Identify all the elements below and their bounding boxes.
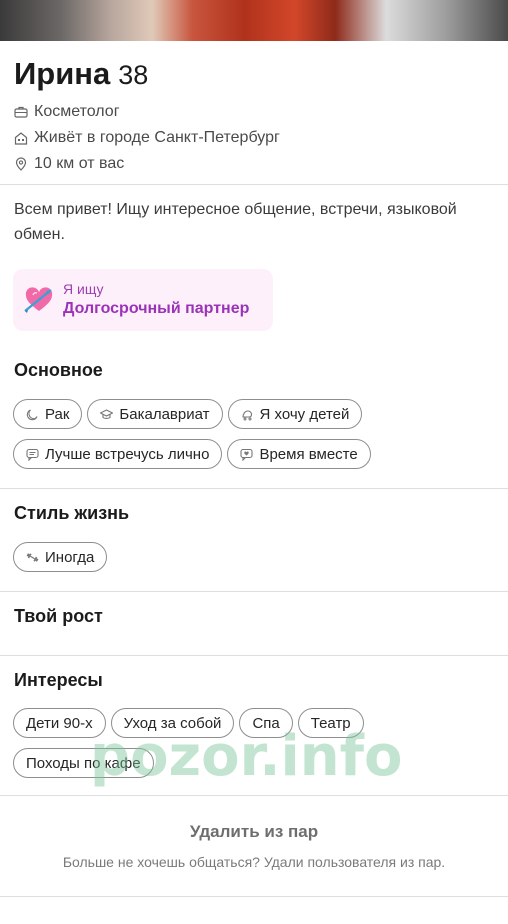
chip-label: Я хочу детей — [259, 405, 350, 423]
remove-subtitle: Больше не хочешь общаться? Удали пользов… — [62, 854, 446, 870]
chip-interest[interactable]: Дети 90-х — [13, 708, 106, 738]
chip-label: Иногда — [45, 548, 95, 566]
moon-icon — [26, 408, 39, 421]
profile-name: Ирина — [14, 56, 111, 91]
dumbbell-icon — [26, 551, 39, 564]
profile-bio: Всем привет! Ищу интересное общение, вст… — [14, 201, 457, 243]
divider — [0, 184, 508, 185]
interests-chips: Дети 90-х Уход за собой Спа Театр Походы… — [13, 708, 503, 778]
lifestyle-title: Стиль жизнь — [14, 503, 130, 523]
looking-text: Я ищу Долгосрочный партнер — [63, 280, 249, 320]
profile-age: 38 — [118, 60, 149, 90]
looking-for-card: Я ищу Долгосрочный партнер — [13, 269, 273, 331]
basics-title: Основное — [14, 360, 103, 380]
divider — [0, 591, 508, 592]
divider — [0, 795, 508, 796]
job-row: Косметолог — [14, 99, 494, 125]
divider — [0, 896, 508, 897]
graduation-cap-icon — [100, 408, 114, 421]
briefcase-icon — [14, 105, 28, 119]
distance-row: 10 км от вас — [14, 151, 494, 177]
chip-interest[interactable]: Спа — [239, 708, 293, 738]
remove-match-button[interactable]: Удалить из пар — [0, 822, 508, 846]
looking-value: Долгосрочный партнер — [63, 300, 250, 317]
city-row: Живёт в городе Санкт-Петербург — [14, 125, 494, 151]
chip-zodiac[interactable]: Рак — [13, 399, 83, 429]
chip-label: Лучше встречусь лично — [45, 445, 210, 463]
chat-icon — [26, 448, 39, 461]
baby-icon — [241, 408, 254, 421]
chip-interest[interactable]: Театр — [297, 708, 364, 738]
location-pin-icon — [14, 157, 28, 171]
remove-section: Удалить из пар Больше не хочешь общаться… — [0, 822, 508, 870]
chip-label: Рак — [45, 405, 70, 423]
chip-label: Бакалавриат — [119, 405, 210, 423]
chip-love-language[interactable]: Время вместе — [227, 439, 371, 469]
divider — [0, 655, 508, 656]
chip-education[interactable]: Бакалавриат — [87, 399, 223, 429]
lifestyle-chips: Иногда — [13, 542, 503, 572]
building-icon — [14, 131, 28, 145]
looking-label: Я ищу — [63, 281, 104, 297]
job-text: Косметолог — [34, 103, 120, 120]
height-title: Твой рост — [14, 606, 103, 626]
profile-photo[interactable] — [0, 0, 508, 41]
chip-communication[interactable]: Лучше встречусь лично — [13, 439, 223, 469]
chip-children[interactable]: Я хочу детей — [227, 399, 363, 429]
heart-arrow-icon — [23, 284, 55, 316]
interests-title: Интересы — [14, 670, 103, 690]
distance-text: 10 км от вас — [34, 155, 125, 172]
chip-interest[interactable]: Уход за собой — [110, 708, 235, 738]
heart-chat-icon — [240, 448, 253, 461]
chip-label: Время вместе — [259, 445, 358, 463]
basics-chips: Рак Бакалавриат Я хочу детей Лучше встре… — [13, 399, 503, 469]
city-text: Живёт в городе Санкт-Петербург — [34, 129, 280, 146]
profile-meta: Косметолог Живёт в городе Санкт-Петербур… — [14, 99, 494, 177]
profile-header: Ирина 38 Косметолог Живёт в городе Санкт… — [14, 56, 494, 177]
name-row: Ирина 38 — [14, 56, 494, 96]
chip-interest[interactable]: Походы по кафе — [13, 748, 154, 778]
chip-workout[interactable]: Иногда — [13, 542, 108, 572]
divider — [0, 488, 508, 489]
